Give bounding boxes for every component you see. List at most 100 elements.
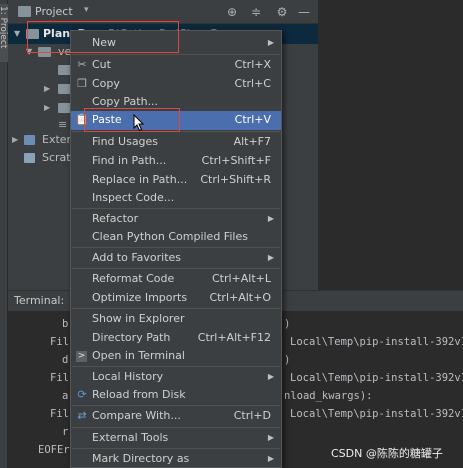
- menu-item-shortcut: Ctrl+C: [234, 77, 271, 90]
- menu-item-label: Compare With...: [92, 409, 181, 422]
- terminal-line: Fil: [50, 408, 69, 420]
- chevron-down-icon[interactable]: ▾: [84, 5, 89, 15]
- menu-item-replace-in-path[interactable]: Replace in Path... Ctrl+Shift+R: [71, 171, 281, 190]
- menu-item-optimize-imports[interactable]: Optimize Imports Ctrl+Alt+O: [71, 289, 281, 308]
- paste-icon: 📋: [75, 113, 89, 126]
- menu-item-local-history[interactable]: Local History ▶: [71, 368, 281, 387]
- menu-item-copy[interactable]: ❐ Copy Ctrl+C: [71, 75, 281, 94]
- menu-item-shortcut: Ctrl+Alt+L: [211, 272, 271, 285]
- copy-icon: ❐: [77, 77, 87, 90]
- menu-separator: [72, 405, 280, 406]
- submenu-arrow-icon: ▶: [267, 433, 274, 442]
- menu-item-open-in-terminal[interactable]: > Open in Terminal: [71, 347, 281, 366]
- project-tool-tab[interactable]: 1: Project: [0, 4, 8, 62]
- menu-separator: [72, 366, 280, 367]
- menu-item-copy-path[interactable]: Copy Path...: [71, 93, 281, 112]
- menu-item-show-in-explorer[interactable]: Show in Explorer: [71, 310, 281, 329]
- menu-separator: [72, 268, 280, 269]
- menu-item-label: Cut: [92, 58, 111, 71]
- terminal-line: Local\Temp\pip-install-392v1at: [290, 336, 463, 348]
- menu-item-shortcut: Ctrl+Alt+O: [209, 291, 271, 304]
- menu-separator: [72, 448, 280, 449]
- menu-item-shortcut: Ctrl+X: [234, 58, 271, 71]
- menu-item-find-usages[interactable]: Find Usages Alt+F7: [71, 133, 281, 152]
- menu-item-cut[interactable]: ✂ Cut Ctrl+X: [71, 56, 281, 75]
- menu-item-shortcut: Ctrl+V: [234, 113, 271, 126]
- menu-item-clean-python-compiled[interactable]: Clean Python Compiled Files: [71, 228, 281, 247]
- menu-item-directory-path[interactable]: Directory Path Ctrl+Alt+F12: [71, 329, 281, 348]
- tree-item-label: Scrat: [42, 151, 71, 164]
- menu-item-label: Reformat Code: [92, 272, 175, 285]
- chevron-right-icon[interactable]: ▶: [44, 84, 50, 93]
- menu-item-label: Find in Path...: [92, 154, 167, 167]
- chevron-right-icon[interactable]: ▶: [12, 135, 18, 144]
- menu-item-paste[interactable]: 📋 Paste Ctrl+V: [71, 111, 281, 130]
- submenu-arrow-icon: ▶: [267, 253, 274, 262]
- menu-item-label: Add to Favorites: [92, 251, 182, 264]
- menu-item-compare-with[interactable]: ⇄ Compare With... Ctrl+D: [71, 407, 281, 426]
- terminal-line: nload_kwargs):: [284, 390, 373, 402]
- locate-target-icon[interactable]: ⊕: [224, 4, 240, 20]
- submenu-arrow-icon: ▶: [267, 38, 274, 47]
- menu-item-label: Optimize Imports: [92, 291, 188, 304]
- terminal-line: d: [62, 354, 69, 366]
- scratches-icon: [24, 153, 35, 163]
- tree-item-label: Exter: [42, 133, 72, 146]
- menu-item-reformat-code[interactable]: Reformat Code Ctrl+Alt+L: [71, 270, 281, 289]
- scissors-icon: ✂: [77, 58, 87, 71]
- menu-item-label: Refactor: [92, 212, 139, 225]
- folder-icon: [18, 6, 31, 17]
- terminal-title: Terminal:: [14, 294, 65, 307]
- watermark: CSDN @陈陈的糖罐子: [331, 447, 443, 460]
- menu-item-label: Show in Explorer: [92, 312, 185, 325]
- menu-separator: [72, 54, 280, 55]
- collapse-all-icon[interactable]: ≑: [248, 4, 264, 20]
- reload-icon: ⟳: [77, 388, 87, 401]
- menu-item-shortcut: Ctrl+D: [233, 409, 271, 422]
- menu-item-label: Paste: [92, 113, 122, 126]
- terminal-line: r: [62, 426, 69, 438]
- menu-item-label: Directory Path: [92, 331, 171, 344]
- chevron-down-icon[interactable]: ▼: [26, 47, 32, 56]
- terminal-line: Local\Temp\pip-install-392v1at: [290, 408, 463, 420]
- terminal-icon: >: [76, 351, 87, 362]
- menu-item-refactor[interactable]: Refactor ▶: [71, 210, 281, 229]
- menu-item-shortcut: Alt+F7: [233, 135, 271, 148]
- folder-icon: [26, 29, 39, 39]
- terminal-line: Fil: [50, 372, 69, 384]
- chevron-right-icon[interactable]: ▶: [44, 103, 50, 112]
- mouse-cursor-icon: [133, 114, 145, 132]
- menu-item-label: Copy: [92, 77, 120, 90]
- editor-area: [318, 0, 463, 290]
- menu-item-new[interactable]: New ▶: [71, 34, 281, 53]
- terminal-line: Fil: [50, 336, 69, 348]
- submenu-arrow-icon: ▶: [267, 372, 274, 381]
- terminal-line: a: [62, 390, 69, 402]
- terminal-line: Local\Temp\pip-install-392v1at: [290, 372, 463, 384]
- gear-icon[interactable]: ⚙: [274, 4, 290, 20]
- project-panel-title[interactable]: Project: [35, 5, 73, 18]
- menu-item-external-tools[interactable]: External Tools ▶: [71, 429, 281, 448]
- menu-item-add-to-favorites[interactable]: Add to Favorites ▶: [71, 249, 281, 268]
- menu-separator: [72, 247, 280, 248]
- chevron-down-icon[interactable]: ▼: [14, 29, 20, 38]
- menu-item-inspect-code[interactable]: Inspect Code...: [71, 189, 281, 208]
- menu-item-label: External Tools: [92, 431, 169, 444]
- terminal-line: ): [284, 354, 291, 366]
- left-tool-strip: 1: Project: [0, 0, 8, 468]
- minimize-icon[interactable]: —: [296, 4, 312, 20]
- menu-item-label: Replace in Path...: [92, 173, 188, 186]
- menu-item-label: Reload from Disk: [92, 388, 186, 401]
- project-tool-tab-label: 1: Project: [0, 6, 8, 49]
- menu-item-shortcut: Ctrl+Alt+F12: [197, 331, 271, 344]
- menu-item-label: Open in Terminal: [92, 349, 185, 362]
- project-panel-header: Project ▾ ⊕ ≑ ⚙ —: [8, 0, 318, 24]
- menu-item-find-in-path[interactable]: Find in Path... Ctrl+Shift+F: [71, 152, 281, 171]
- menu-item-reload-from-disk[interactable]: ⟳ Reload from Disk: [71, 386, 281, 405]
- terminal-line: EOFEr: [38, 444, 70, 456]
- terminal-line: ): [284, 318, 291, 330]
- submenu-arrow-icon: ▶: [267, 214, 274, 223]
- menu-item-mark-directory-as[interactable]: Mark Directory as ▶: [71, 450, 281, 468]
- menu-item-label: Mark Directory as: [92, 452, 190, 465]
- menu-separator: [72, 427, 280, 428]
